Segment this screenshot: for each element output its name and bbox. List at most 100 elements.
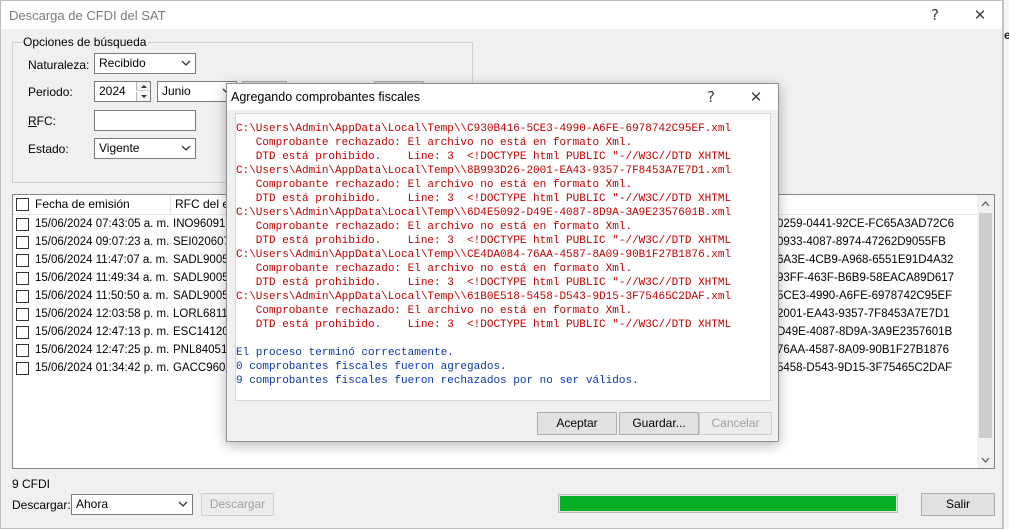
estado-label: Estado:	[28, 142, 69, 156]
log-line: DTD está prohibido. Line: 3 <!DOCTYPE ht…	[236, 319, 732, 331]
log-line: 0 comprobantes fiscales fueron agregados…	[236, 361, 507, 373]
scroll-up-icon	[981, 201, 990, 207]
log-line: 9 comprobantes fiscales fueron rechazado…	[236, 375, 639, 387]
log-output[interactable]: C:\Users\Admin\AppData\Local\Temp\\C930B…	[235, 113, 771, 401]
log-line: C:\Users\Admin\AppData\Local\Temp\\6D4E5…	[236, 207, 732, 219]
progress-fill	[560, 496, 896, 511]
dialog-title-bar: Agregando comprobantes fiscales ? ✕	[227, 84, 778, 110]
naturaleza-value: Recibido	[99, 56, 146, 70]
row-checkbox[interactable]	[16, 236, 29, 249]
row-rfc: INO960919	[173, 218, 231, 230]
row-rfc: ESC141203	[173, 326, 231, 338]
main-window-title: Descarga de CFDI del SAT	[9, 8, 166, 23]
descargar-value: Ahora	[76, 497, 109, 511]
row-date: 15/06/2024 11:50:50 a. m.	[35, 290, 169, 302]
cfdi-count: 9 CFDI	[12, 477, 51, 491]
row-date: 15/06/2024 01:34:42 p. m.	[35, 362, 170, 374]
log-line: Comprobante rechazado: El archivo no est…	[236, 305, 633, 317]
month-value: Junio	[162, 84, 191, 98]
log-line: Comprobante rechazado: El archivo no est…	[236, 263, 633, 275]
row-checkbox[interactable]	[16, 362, 29, 375]
rfc-label: RFC:	[28, 114, 57, 128]
log-line: Comprobante rechazado: El archivo no est…	[236, 179, 633, 191]
log-line: Comprobante rechazado: El archivo no est…	[236, 221, 633, 233]
background-window-edge: es	[1003, 0, 1009, 529]
row-rfc: LORL68110	[173, 308, 231, 320]
help-button[interactable]: ?	[921, 4, 949, 26]
row-rfc: SADL90050	[173, 290, 231, 302]
row-uuid: 93FF-463F-B6B9-58EACA89D617	[777, 272, 955, 284]
row-date: 15/06/2024 09:07:23 a. m.	[35, 236, 170, 248]
row-date: 15/06/2024 11:49:34 a. m.	[35, 272, 169, 284]
year-stepper[interactable]: 2024	[94, 81, 151, 102]
row-rfc: SADL90050	[173, 254, 231, 266]
row-rfc: SEI020607E	[173, 236, 231, 248]
close-icon[interactable]: ✕	[966, 4, 994, 26]
log-line: C:\Users\Admin\AppData\Local\Temp\\CE4DA…	[236, 249, 732, 261]
row-uuid: 6A3E-4CB9-A968-6551E91D4A32	[777, 254, 954, 266]
row-rfc: SADL90050	[173, 272, 231, 284]
scrollbar-thumb[interactable]	[979, 213, 992, 438]
row-rfc: GACC9603	[173, 362, 231, 374]
select-all-checkbox[interactable]	[16, 198, 29, 211]
naturaleza-select[interactable]: Recibido	[94, 53, 196, 74]
stepper-up-icon[interactable]	[136, 82, 150, 91]
column-header[interactable]: RFC del emi	[171, 195, 231, 215]
descargar-select[interactable]: Ahora	[71, 494, 193, 515]
row-checkbox[interactable]	[16, 308, 29, 321]
row-date: 15/06/2024 12:03:58 p. m.	[35, 308, 170, 320]
row-checkbox[interactable]	[16, 344, 29, 357]
table-scrollbar[interactable]	[977, 195, 994, 468]
log-line: DTD está prohibido. Line: 3 <!DOCTYPE ht…	[236, 193, 732, 205]
rfc-input[interactable]	[94, 110, 196, 131]
log-line: C:\Users\Admin\AppData\Local\Temp\\C930B…	[236, 123, 732, 135]
main-title-bar: Descarga de CFDI del SAT ? ✕	[1, 1, 1002, 29]
save-button[interactable]: Guardar...	[619, 412, 699, 435]
stepper-down-icon[interactable]	[136, 92, 150, 101]
background-text-fragment: es	[1004, 28, 1009, 42]
row-date: 15/06/2024 12:47:25 p. m.	[35, 344, 170, 356]
row-checkbox[interactable]	[16, 290, 29, 303]
row-checkbox[interactable]	[16, 254, 29, 267]
progress-bar	[558, 494, 898, 513]
row-uuid: 0259-0441-92CE-FC65A3AD72C6	[777, 218, 955, 230]
chevron-down-icon	[179, 139, 193, 158]
row-uuid: 2001-EA43-9357-7F8453A7E7D1	[777, 308, 950, 320]
dialog-title: Agregando comprobantes fiscales	[231, 90, 421, 104]
periodo-label: Periodo:	[28, 85, 73, 99]
log-line: C:\Users\Admin\AppData\Local\Temp\\61B0E…	[236, 291, 732, 303]
month-select[interactable]: Junio	[157, 81, 237, 102]
descargar-button[interactable]: Descargar	[201, 493, 274, 516]
row-date: 15/06/2024 07:43:05 a. m.	[35, 218, 170, 230]
cancel-button[interactable]: Cancelar	[699, 412, 772, 435]
row-date: 15/06/2024 11:47:07 a. m.	[35, 254, 169, 266]
scroll-down-icon	[981, 457, 990, 463]
progress-dialog: Agregando comprobantes fiscales ? ✕ C:\U…	[226, 83, 779, 442]
row-checkbox[interactable]	[16, 218, 29, 231]
row-uuid: 5CE3-4990-A6FE-6978742C95EF	[777, 290, 953, 302]
dialog-help-button[interactable]: ?	[697, 86, 725, 108]
chevron-down-icon	[179, 54, 193, 73]
log-line: Comprobante rechazado: El archivo no est…	[236, 137, 633, 149]
row-checkbox[interactable]	[16, 272, 29, 285]
accept-button[interactable]: Aceptar	[537, 412, 617, 435]
log-line: C:\Users\Admin\AppData\Local\Temp\\8B993…	[236, 165, 732, 177]
salir-button[interactable]: Salir	[921, 493, 995, 516]
row-checkbox[interactable]	[16, 326, 29, 339]
row-rfc: PNL840516	[173, 344, 231, 356]
log-line: DTD está prohibido. Line: 3 <!DOCTYPE ht…	[236, 277, 732, 289]
log-line: DTD está prohibido. Line: 3 <!DOCTYPE ht…	[236, 151, 732, 163]
row-uuid: D49E-4087-8D9A-3A9E2357601B	[777, 326, 953, 338]
estado-value: Vigente	[99, 141, 140, 155]
log-line: DTD está prohibido. Line: 3 <!DOCTYPE ht…	[236, 235, 732, 247]
row-uuid: 5458-D543-9D15-3F75465C2DAF	[777, 362, 953, 374]
dialog-close-icon[interactable]: ✕	[742, 86, 770, 108]
row-uuid: 76AA-4587-8A09-90B1F27B1876	[777, 344, 949, 356]
descargar-label: Descargar:	[12, 498, 71, 512]
search-options-title: Opciones de búsqueda	[21, 35, 149, 49]
chevron-down-icon	[176, 495, 190, 514]
estado-select[interactable]: Vigente	[94, 138, 196, 159]
log-line: El proceso terminó correctamente.	[236, 347, 454, 359]
column-header[interactable]: Fecha de emisión	[31, 195, 171, 215]
row-uuid: 0933-4087-8974-47262D9055FB	[777, 236, 946, 248]
